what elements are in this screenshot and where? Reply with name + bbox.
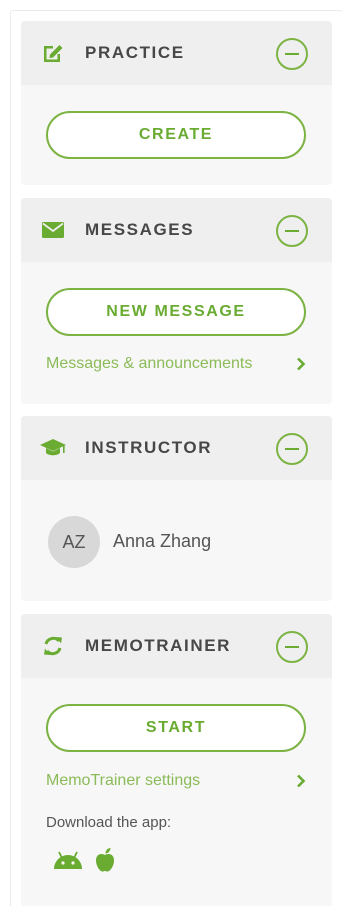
create-button[interactable]: CREATE <box>46 111 306 159</box>
new-message-button[interactable]: NEW MESSAGE <box>46 288 306 336</box>
avatar: AZ <box>48 516 100 568</box>
practice-collapse-button[interactable] <box>276 38 308 70</box>
instructor-title: INSTRUCTOR <box>85 438 213 457</box>
memotrainer-card: MEMOTRAINER START MemoTrainer settings D… <box>21 614 332 906</box>
instructor-name: Anna Zhang <box>113 531 212 551</box>
instructor-header[interactable]: INSTRUCTOR <box>21 416 332 480</box>
messages-announcements-link[interactable]: Messages & announcements <box>46 355 308 373</box>
minus-icon <box>285 646 299 648</box>
chevron-right-icon <box>294 774 308 788</box>
instructor-collapse-button[interactable] <box>276 433 308 465</box>
messages-collapse-button[interactable] <box>276 215 308 247</box>
messages-link-label: Messages & announcements <box>46 355 253 372</box>
practice-title: PRACTICE <box>85 43 185 62</box>
android-icon[interactable] <box>52 850 84 875</box>
practice-card: PRACTICE CREATE <box>21 21 332 185</box>
messages-header[interactable]: MESSAGES <box>21 198 332 262</box>
edit-icon <box>40 40 66 66</box>
instructor-card: INSTRUCTOR AZ Anna Zhang <box>21 416 332 601</box>
apple-icon[interactable] <box>94 847 116 878</box>
memotrainer-settings-label: MemoTrainer settings <box>46 772 201 789</box>
download-app-label: Download the app: <box>46 814 172 831</box>
app-store-links <box>52 847 116 878</box>
minus-icon <box>285 230 299 232</box>
memotrainer-collapse-button[interactable] <box>276 631 308 663</box>
messages-card: MESSAGES NEW MESSAGE Messages & announce… <box>21 198 332 404</box>
memotrainer-settings-link[interactable]: MemoTrainer settings <box>46 772 308 790</box>
chevron-right-icon <box>294 357 308 371</box>
envelope-icon <box>40 217 66 243</box>
graduation-cap-icon <box>40 435 66 461</box>
memotrainer-header[interactable]: MEMOTRAINER <box>21 614 332 678</box>
minus-icon <box>285 448 299 450</box>
minus-icon <box>285 53 299 55</box>
practice-header[interactable]: PRACTICE <box>21 21 332 85</box>
memotrainer-title: MEMOTRAINER <box>85 636 232 655</box>
start-button[interactable]: START <box>46 704 306 752</box>
refresh-icon <box>40 633 66 659</box>
messages-title: MESSAGES <box>85 220 195 239</box>
